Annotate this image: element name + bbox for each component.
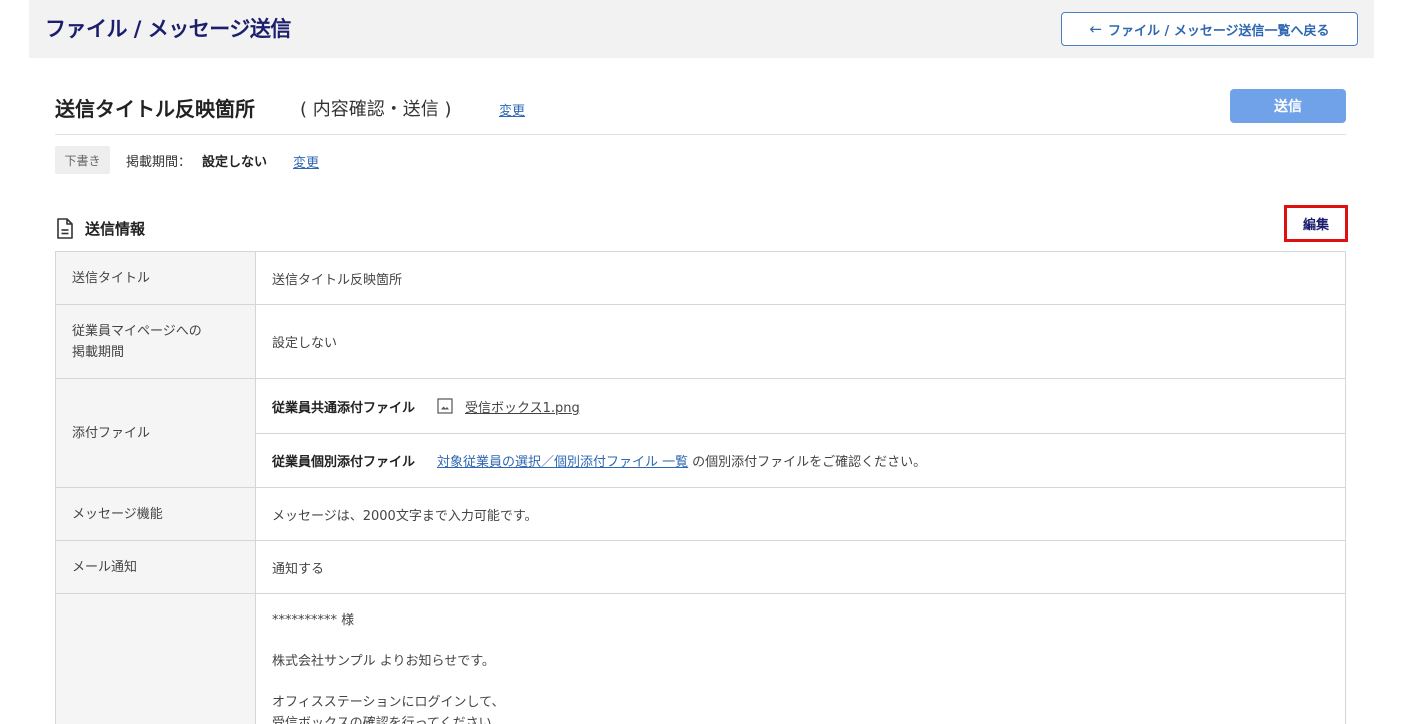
- period-change-link[interactable]: 変更: [293, 152, 319, 171]
- period-label: 掲載期間：: [126, 155, 192, 170]
- page-header: ファイル / メッセージ送信 ← ファイル / メッセージ送信一覧へ戻る: [29, 0, 1374, 58]
- row-value: 送信タイトル反映箇所: [255, 251, 1346, 305]
- row-label: [55, 593, 256, 724]
- row-value: 通知する: [255, 540, 1346, 594]
- document-icon: [57, 218, 73, 239]
- common-attachment-label: 従業員共通添付ファイル: [272, 400, 416, 416]
- mail-body: ********** 様 株式会社サンプル よりお知らせです。 オフィスステーシ…: [256, 594, 1345, 724]
- table-row: 送信タイトル 送信タイトル反映箇所: [55, 251, 1346, 305]
- mail-body-cell: ********** 様 株式会社サンプル よりお知らせです。 オフィスステーシ…: [255, 593, 1346, 724]
- individual-attachment-text: の個別添付ファイルをご確認ください。: [692, 455, 927, 470]
- individual-attachment-label: 従業員個別添付ファイル: [272, 455, 416, 470]
- back-to-list-button[interactable]: ← ファイル / メッセージ送信一覧へ戻る: [1061, 12, 1358, 46]
- table-row: 従業員マイページへの 掲載期間 設定しない: [55, 304, 1346, 379]
- mail-body-line: 受信ボックスの確認を行ってください。: [272, 716, 505, 724]
- table-row: メッセージ機能 メッセージは、2000文字まで入力可能です。: [55, 487, 1346, 541]
- row-value: 設定しない: [255, 304, 1346, 379]
- send-info-table: 送信タイトル 送信タイトル反映箇所 従業員マイページへの 掲載期間 設定しない …: [55, 251, 1346, 724]
- row-label: 添付ファイル: [55, 378, 256, 488]
- row-value: メッセージは、2000文字まで入力可能です。: [255, 487, 1346, 541]
- mail-body-line: 株式会社サンプル よりお知らせです。: [272, 654, 495, 669]
- table-row: ********** 様 株式会社サンプル よりお知らせです。 オフィスステーシ…: [55, 593, 1346, 724]
- common-attachment-row: 従業員共通添付ファイル 受信ボックス1.png: [256, 379, 1345, 433]
- divider: [55, 134, 1346, 135]
- page-title: ファイル / メッセージ送信: [45, 17, 291, 41]
- individual-attachment-row: 従業員個別添付ファイル 対象従業員の選択／個別添付ファイル 一覧 の個別添付ファ…: [256, 433, 1345, 487]
- table-row: 添付ファイル 従業員共通添付ファイル 受信ボックス1.png 従業員個別添付ファ…: [55, 378, 1346, 488]
- edit-button[interactable]: 編集: [1284, 205, 1348, 242]
- section-title: 送信情報: [85, 220, 146, 238]
- row-label: メッセージ機能: [55, 487, 256, 541]
- back-to-list-label: ファイル / メッセージ送信一覧へ戻る: [1108, 23, 1330, 39]
- send-button[interactable]: 送信: [1230, 89, 1346, 123]
- row-label: メール通知: [55, 540, 256, 594]
- arrow-left-icon: ←: [1089, 20, 1103, 38]
- status-badge: 下書き: [55, 146, 110, 174]
- mail-body-line: ********** 様: [272, 613, 355, 628]
- individual-attachment-list-link[interactable]: 対象従業員の選択／個別添付ファイル 一覧: [437, 451, 688, 470]
- send-title-suffix: ( 内容確認・送信 ): [300, 99, 452, 120]
- period-value: 設定しない: [202, 155, 268, 170]
- title-change-link[interactable]: 変更: [499, 100, 525, 119]
- send-title: 送信タイトル反映箇所: [55, 97, 255, 121]
- mail-body-line: オフィスステーションにログインして、: [272, 695, 505, 710]
- common-attachment-file-link[interactable]: 受信ボックス1.png: [465, 397, 580, 416]
- row-label: 送信タイトル: [55, 251, 256, 305]
- table-row: メール通知 通知する: [55, 540, 1346, 594]
- row-label-line: 従業員マイページへの: [72, 323, 202, 339]
- image-file-icon: [437, 398, 453, 414]
- row-label: 従業員マイページへの 掲載期間: [55, 304, 256, 379]
- row-label-line: 掲載期間: [72, 344, 125, 360]
- attachments-cell: 従業員共通添付ファイル 受信ボックス1.png 従業員個別添付ファイル 対象従業…: [255, 378, 1346, 488]
